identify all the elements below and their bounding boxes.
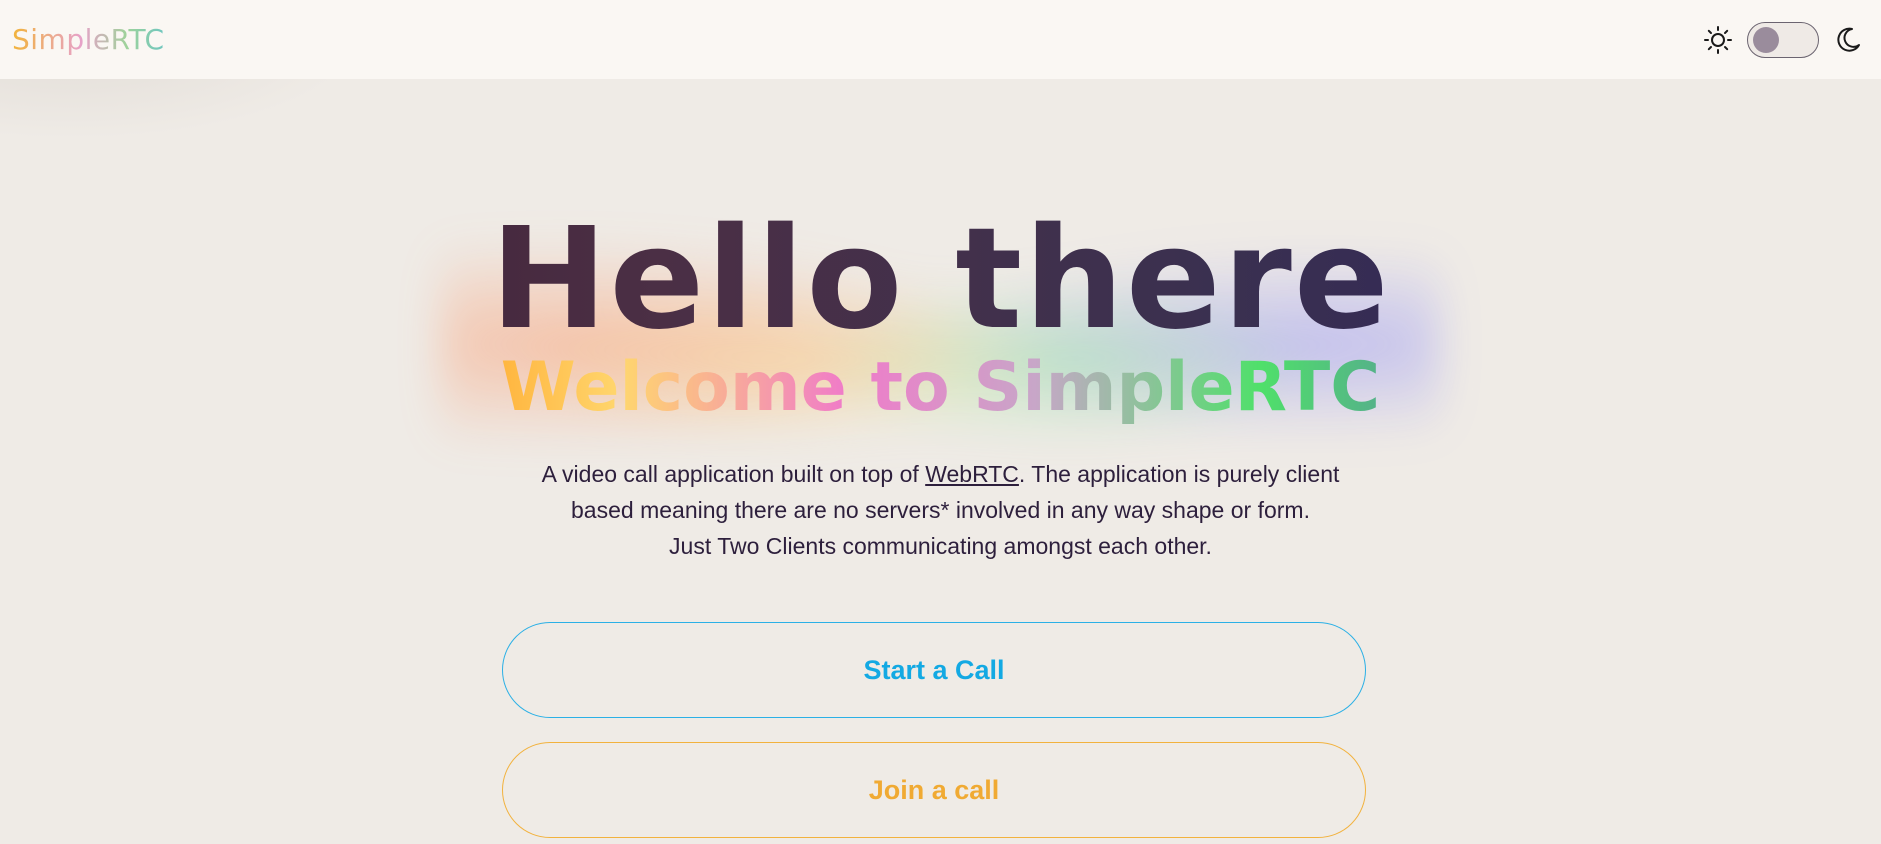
description-line3: Just Two Clients communicating amongst e… (669, 533, 1212, 559)
theme-toggle[interactable] (1747, 21, 1819, 58)
description-line1-suffix: . The application is purely client (1018, 461, 1340, 487)
description-line1-prefix: A video call application built on top of (541, 461, 926, 487)
description-line2: based meaning there are no servers* invo… (571, 497, 1310, 523)
brand-logo[interactable]: SimpleRTC (12, 23, 165, 56)
sun-icon (1703, 25, 1733, 55)
hero-title: Hello there (0, 210, 1881, 350)
start-call-button[interactable]: Start a Call (502, 622, 1366, 718)
page: SimpleRTC Hello there Welcome to SimpleR… (0, 0, 1881, 844)
hero-subtitle: Welcome to SimpleRTC (0, 350, 1881, 426)
join-call-button[interactable]: Join a call (502, 742, 1366, 838)
hero-description: A video call application built on top of… (0, 456, 1881, 564)
webrtc-link[interactable]: WebRTC (925, 461, 1019, 487)
navbar: SimpleRTC (0, 0, 1881, 79)
moon-icon (1833, 25, 1863, 55)
theme-controls (1703, 21, 1869, 58)
theme-toggle-knob (1753, 27, 1779, 53)
